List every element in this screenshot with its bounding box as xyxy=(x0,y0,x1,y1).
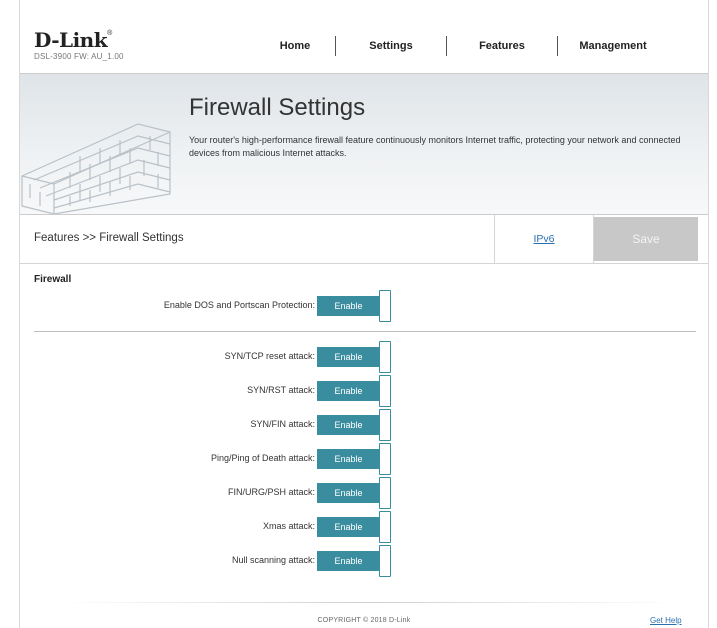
page-frame: D-Link® DSL-3900 FW: AU_1.00 Home Settin… xyxy=(19,0,709,628)
section-title-firewall: Firewall xyxy=(34,274,72,285)
toggle-state: Enable xyxy=(317,551,380,571)
footer-divider xyxy=(60,602,680,603)
dos-protection-toggle[interactable]: Enable xyxy=(317,290,392,322)
toggle-state: Enable xyxy=(317,415,380,435)
action-bar: Features >> Firewall Settings IPv6 Save xyxy=(20,215,708,264)
fin-urg-psh-label: FIN/URG/PSH attack: xyxy=(227,487,315,497)
section-divider xyxy=(34,331,696,332)
toggle-state: Enable xyxy=(317,449,380,469)
brick-wall-icon xyxy=(21,123,171,214)
null-scanning-toggle[interactable]: Enable xyxy=(317,545,392,577)
syn-fin-label: SYN/FIN attack: xyxy=(250,419,315,429)
fin-urg-psh-row: FIN/URG/PSH attack: Enable xyxy=(20,477,708,509)
toggle-knob[interactable] xyxy=(379,545,391,577)
toggle-knob[interactable] xyxy=(379,290,391,322)
save-button[interactable]: Save xyxy=(594,217,698,261)
ping-of-death-toggle[interactable]: Enable xyxy=(317,443,392,475)
syn-rst-toggle[interactable]: Enable xyxy=(317,375,392,407)
toggle-knob[interactable] xyxy=(379,341,391,373)
toggle-state: Enable xyxy=(317,381,380,401)
syn-tcp-reset-toggle[interactable]: Enable xyxy=(317,341,392,373)
toggle-knob[interactable] xyxy=(379,443,391,475)
syn-fin-toggle[interactable]: Enable xyxy=(317,409,392,441)
dos-protection-row: Enable DOS and Portscan Protection: Enab… xyxy=(20,290,708,322)
page-banner: Firewall Settings Your router's high-per… xyxy=(20,73,708,215)
syn-rst-row: SYN/RST attack: Enable xyxy=(20,375,708,407)
nav-home[interactable]: Home xyxy=(255,40,335,52)
main-nav: Home Settings Features Management xyxy=(255,36,668,56)
xmas-toggle[interactable]: Enable xyxy=(317,511,392,543)
nav-settings[interactable]: Settings xyxy=(336,40,446,52)
top-bar: D-Link® DSL-3900 FW: AU_1.00 Home Settin… xyxy=(20,0,708,73)
nav-management[interactable]: Management xyxy=(558,40,668,52)
toggle-knob[interactable] xyxy=(379,477,391,509)
model-firmware-text: DSL-3900 FW: AU_1.00 xyxy=(34,52,124,61)
toggle-state: Enable xyxy=(317,483,380,503)
syn-fin-row: SYN/FIN attack: Enable xyxy=(20,409,708,441)
page-description: Your router's high-performance firewall … xyxy=(189,135,681,158)
toggle-state: Enable xyxy=(317,517,380,537)
ipv6-link[interactable]: IPv6 xyxy=(494,215,594,263)
breadcrumb: Features >> Firewall Settings xyxy=(34,232,184,244)
fin-urg-psh-toggle[interactable]: Enable xyxy=(317,477,392,509)
ping-of-death-label: Ping/Ping of Death attack: xyxy=(210,453,315,463)
xmas-row: Xmas attack: Enable xyxy=(20,511,708,543)
toggle-knob[interactable] xyxy=(379,409,391,441)
toggle-state: Enable xyxy=(317,296,380,316)
get-help-link[interactable]: Get Help xyxy=(650,616,682,625)
nav-features[interactable]: Features xyxy=(447,40,557,52)
copyright-text: COPYRIGHT © 2018 D-Link xyxy=(317,617,411,624)
page-title: Firewall Settings xyxy=(189,94,366,121)
dlink-logo: D-Link® xyxy=(34,28,112,52)
toggle-state: Enable xyxy=(317,347,380,367)
syn-tcp-reset-label: SYN/TCP reset attack: xyxy=(224,351,315,361)
dos-protection-label: Enable DOS and Portscan Protection: xyxy=(163,300,315,310)
syn-rst-label: SYN/RST attack: xyxy=(247,385,315,395)
null-scanning-label: Null scanning attack: xyxy=(231,555,315,565)
syn-tcp-reset-row: SYN/TCP reset attack: Enable xyxy=(20,341,708,373)
xmas-label: Xmas attack: xyxy=(262,521,315,531)
null-scanning-row: Null scanning attack: Enable xyxy=(20,545,708,577)
toggle-knob[interactable] xyxy=(379,375,391,407)
ping-of-death-row: Ping/Ping of Death attack: Enable xyxy=(20,443,708,475)
toggle-knob[interactable] xyxy=(379,511,391,543)
